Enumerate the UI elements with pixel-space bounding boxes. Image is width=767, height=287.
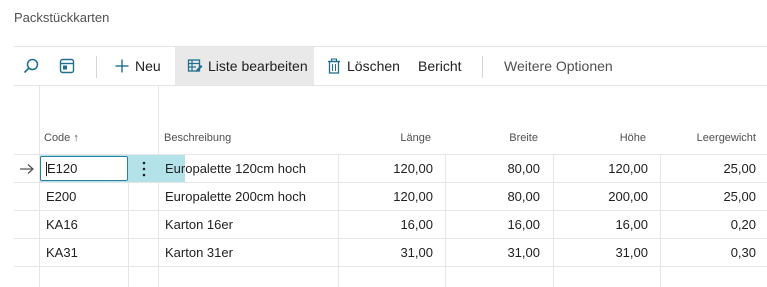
more-options-label: Weitere Optionen — [504, 58, 613, 74]
grid-line — [39, 86, 40, 287]
empty-weight-cell[interactable]: 0,20 — [660, 211, 756, 239]
search-button[interactable] — [22, 47, 46, 85]
empty-weight-cell[interactable]: 0,30 — [660, 239, 756, 267]
description-cell[interactable]: Karton 31er — [165, 239, 233, 267]
action-bar: Neu Liste bearbeiten Löschen Bericht Wei… — [14, 46, 767, 86]
length-cell[interactable]: 120,00 — [338, 155, 433, 183]
column-header-length[interactable]: Länge — [338, 132, 431, 144]
code-cell[interactable]: KA31 — [46, 239, 78, 267]
packages-table: Code ↑ Beschreibung Länge Breite Höhe Le… — [14, 86, 767, 287]
grid-line — [158, 86, 159, 287]
width-cell[interactable]: 31,00 — [445, 239, 540, 267]
length-cell[interactable]: 31,00 — [338, 239, 433, 267]
edit-list-icon — [187, 58, 203, 74]
delete-button[interactable]: Löschen — [326, 47, 400, 85]
view-toggle-button[interactable] — [58, 47, 82, 85]
panel-view-icon — [58, 57, 76, 75]
toolbar-separator — [482, 56, 483, 78]
report-label: Bericht — [418, 58, 462, 74]
column-header-code[interactable]: Code ↑ — [44, 132, 79, 144]
code-cell[interactable]: E200 — [46, 183, 76, 211]
height-cell[interactable]: 200,00 — [553, 183, 648, 211]
width-cell[interactable]: 80,00 — [445, 155, 540, 183]
delete-label: Löschen — [347, 58, 400, 74]
length-cell[interactable]: 16,00 — [338, 211, 433, 239]
search-icon — [22, 57, 40, 75]
trash-icon — [326, 58, 342, 74]
more-options-button[interactable]: Weitere Optionen — [504, 47, 613, 85]
description-cell[interactable]: Europalette 120cm hoch — [165, 155, 306, 183]
column-header-empty-weight[interactable]: Leergewicht — [660, 132, 756, 144]
width-cell[interactable]: 80,00 — [445, 183, 540, 211]
empty-weight-cell[interactable]: 25,00 — [660, 155, 756, 183]
more-vertical-icon[interactable] — [137, 159, 151, 179]
plus-icon — [114, 58, 130, 74]
width-cell[interactable]: 16,00 — [445, 211, 540, 239]
height-cell[interactable]: 31,00 — [553, 239, 648, 267]
column-header-height[interactable]: Höhe — [553, 132, 646, 144]
new-label: Neu — [135, 58, 161, 74]
code-input-active[interactable]: E120 — [40, 156, 128, 181]
description-cell[interactable]: Europalette 200cm hoch — [165, 183, 306, 211]
code-cell[interactable]: KA16 — [46, 211, 78, 239]
column-header-width[interactable]: Breite — [445, 132, 538, 144]
arrow-right-icon — [19, 162, 35, 176]
length-cell[interactable]: 120,00 — [338, 183, 433, 211]
empty-weight-cell[interactable]: 25,00 — [660, 183, 756, 211]
code-cell: E120 — [47, 161, 78, 176]
new-button[interactable]: Neu — [110, 47, 165, 85]
column-header-description[interactable]: Beschreibung — [164, 132, 231, 144]
description-cell[interactable]: Karton 16er — [165, 211, 233, 239]
height-cell[interactable]: 16,00 — [553, 211, 648, 239]
edit-list-label: Liste bearbeiten — [208, 58, 308, 74]
toolbar-separator — [96, 56, 97, 78]
edit-list-button[interactable]: Liste bearbeiten — [175, 47, 314, 85]
report-button[interactable]: Bericht — [418, 47, 462, 85]
height-cell[interactable]: 120,00 — [553, 155, 648, 183]
page-title: Packstückkarten — [14, 10, 110, 25]
